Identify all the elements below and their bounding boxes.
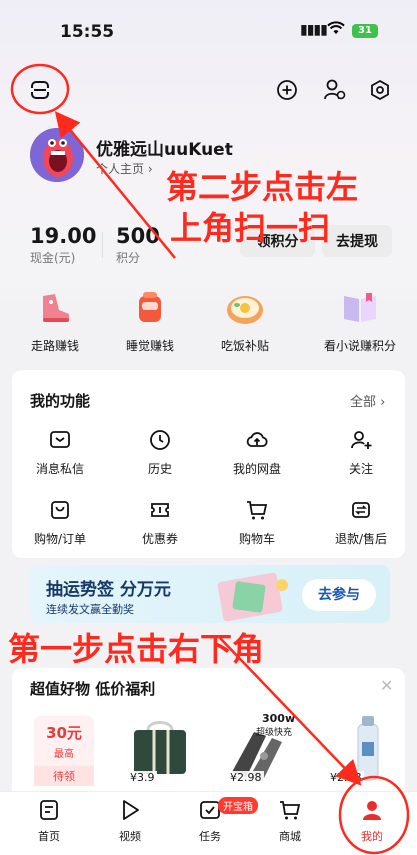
product-price: ¥3.9: [128, 771, 157, 784]
func-cart[interactable]: 购物车: [212, 498, 302, 547]
coupon-state: 待领: [34, 766, 94, 786]
earn-walk[interactable]: 走路赚钱: [15, 285, 95, 354]
functions-more-link[interactable]: 全部 ›: [350, 391, 385, 410]
tab-me-label: 我的: [361, 830, 383, 843]
username[interactable]: 优雅远山uuKuet: [96, 135, 233, 160]
meal-icon: [222, 285, 268, 331]
sleep-icon: [127, 285, 173, 331]
step-two-text-line2: 上角扫一扫: [170, 209, 331, 247]
fortune-art-icon: [217, 572, 288, 622]
product-price: ¥2.68: [328, 771, 364, 784]
func-messages[interactable]: 消息私信: [15, 428, 105, 477]
signal-icon: ▮▮▮▮: [300, 22, 328, 38]
coupon-card[interactable]: 30元 最高 待领: [34, 716, 94, 786]
goods-close-icon[interactable]: ✕: [380, 676, 393, 695]
cash-label: 现金(元): [30, 251, 76, 265]
func-cloud-drive[interactable]: 我的网盘: [212, 428, 302, 477]
task-badge[interactable]: 开宝箱: [218, 797, 258, 814]
shop-icon: [280, 801, 301, 820]
points-value[interactable]: 500: [116, 224, 160, 248]
status-time: 15:55: [60, 22, 115, 42]
refund-icon: [349, 498, 373, 522]
coupon-note: 最高: [54, 749, 74, 760]
clock-icon: [148, 428, 172, 452]
scan-icon[interactable]: [25, 75, 55, 105]
func-follow-label: 关注: [348, 462, 373, 476]
tab-home[interactable]: 首页: [14, 798, 84, 844]
func-history-label: 历史: [147, 462, 172, 476]
home-icon: [40, 800, 58, 820]
cloud-icon: [245, 428, 269, 452]
func-history[interactable]: 历史: [115, 428, 205, 477]
product-price: ¥2.98: [228, 771, 264, 784]
step-one-text: 第一步点击右下角: [8, 630, 265, 668]
banner-subtitle: 连续发文赢全勤奖: [46, 603, 134, 616]
charger-badge-top: 300w: [262, 712, 296, 725]
earn-novel-label: 看小说赚积分: [323, 339, 396, 353]
order-icon: [48, 498, 72, 522]
earn-sleep[interactable]: 睡觉赚钱: [110, 285, 190, 354]
user-settings-icon[interactable]: [320, 75, 350, 105]
cart-icon: [245, 498, 269, 522]
tab-bar: 首页 视频 任务 商城 我的: [0, 791, 417, 855]
status-bar: 15:55 ▮▮▮▮ 31: [0, 0, 417, 60]
func-refund-label: 退款/售后: [334, 532, 388, 546]
goods-card: 超值好物 低价福利 ✕ 30元 最高 待领 ¥3.9 300w 超级快充 ¥2.…: [12, 668, 405, 791]
tab-me[interactable]: 我的: [337, 798, 407, 844]
play-icon: [123, 800, 139, 820]
goods-title: 超值好物 低价福利: [30, 680, 156, 698]
points-label: 积分: [116, 251, 141, 265]
withdraw-button[interactable]: 去提现: [322, 225, 392, 257]
earn-sleep-label: 睡觉赚钱: [125, 339, 174, 353]
func-messages-label: 消息私信: [35, 462, 84, 476]
functions-title: 我的功能: [30, 392, 91, 410]
step-two-text-line1: 第二步点击左: [166, 168, 359, 206]
avatar[interactable]: [30, 128, 84, 182]
func-orders[interactable]: 购物/订单: [15, 498, 105, 547]
earn-meal[interactable]: 吃饭补贴: [205, 285, 285, 354]
func-orders-label: 购物/订单: [33, 532, 87, 546]
charger-badge-bottom: 超级快充: [256, 728, 293, 738]
homepage-link[interactable]: 个人主页 ›: [96, 160, 153, 177]
tab-video[interactable]: 视频: [95, 798, 165, 844]
cash-value[interactable]: 19.00: [30, 224, 96, 248]
func-coupons-label: 优惠券: [141, 532, 178, 546]
earn-novel[interactable]: 看小说赚积分: [315, 285, 405, 354]
fortune-banner[interactable]: 抽运势签 分万元 连续发文赢全勤奖 去参与: [30, 565, 390, 623]
settings-icon[interactable]: [365, 75, 395, 105]
func-coupons[interactable]: 优惠券: [115, 498, 205, 547]
func-cloud-drive-label: 我的网盘: [232, 462, 281, 476]
shoe-icon: [32, 285, 78, 331]
stat-divider: [102, 232, 103, 258]
banner-join-button[interactable]: 去参与: [302, 579, 376, 611]
book-icon: [337, 285, 383, 331]
user-icon: [363, 801, 381, 820]
tab-video-label: 视频: [119, 830, 141, 843]
earn-walk-label: 走路赚钱: [30, 339, 79, 353]
func-cart-label: 购物车: [238, 532, 275, 546]
tab-shop[interactable]: 商城: [255, 798, 325, 844]
battery-icon: 31: [352, 24, 378, 38]
tab-home-label: 首页: [38, 830, 60, 843]
tab-shop-label: 商城: [279, 830, 301, 843]
coupon-icon: [148, 498, 172, 522]
coupon-value: 30元: [46, 724, 82, 742]
add-icon[interactable]: [272, 75, 302, 105]
func-refund[interactable]: 退款/售后: [316, 498, 406, 547]
follow-icon: [349, 428, 373, 452]
message-icon: [48, 428, 72, 452]
wifi-icon: [327, 20, 345, 39]
earn-meal-label: 吃饭补贴: [220, 339, 269, 353]
product-spray[interactable]: ¥2.68: [324, 712, 394, 784]
banner-title: 抽运势签 分万元: [46, 580, 171, 600]
product-bag[interactable]: ¥3.9: [124, 712, 194, 784]
tab-task-label: 任务: [199, 830, 221, 843]
product-charger[interactable]: 300w 超级快充 ¥2.98: [224, 712, 296, 784]
func-follow[interactable]: 关注: [316, 428, 406, 477]
